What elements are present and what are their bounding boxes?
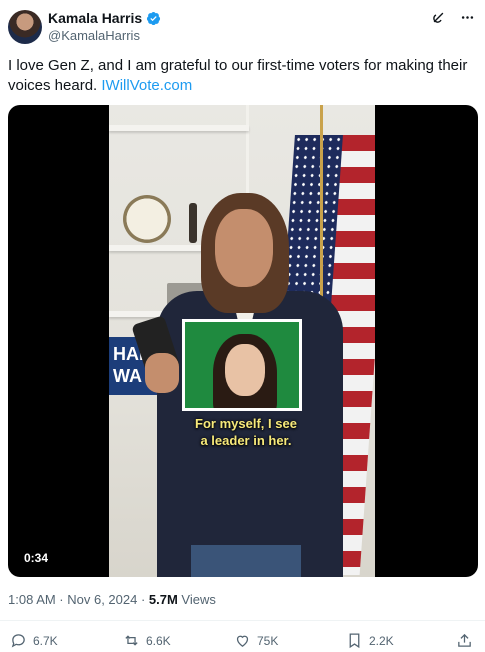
caption-line-2: a leader in her. — [200, 433, 292, 448]
heart-icon — [236, 635, 249, 647]
inset-video — [182, 319, 302, 411]
reply-count: 6.7K — [33, 633, 58, 648]
vase-decor — [189, 203, 197, 243]
action-bar: 6.7K 6.6K 75K 2.2K — [8, 632, 477, 650]
header-actions — [431, 10, 475, 29]
bookmark-button[interactable]: 2.2K — [346, 632, 394, 649]
views-label: Views — [177, 592, 216, 607]
reply-button[interactable]: 6.7K — [10, 632, 58, 649]
grok-icon[interactable] — [431, 10, 446, 29]
author-name[interactable]: Kamala Harris — [48, 10, 142, 26]
repost-button[interactable]: 6.6K — [123, 632, 171, 649]
author-name-row[interactable]: Kamala Harris — [48, 10, 161, 26]
divider — [0, 620, 485, 621]
video-frame[interactable]: HAR WA For myself, I see a leader in her. — [109, 105, 375, 577]
repost-icon — [125, 635, 138, 646]
person-hand — [145, 353, 179, 393]
video-caption: For myself, I see a leader in her. — [184, 415, 308, 449]
tweet-body: I love Gen Z, and I am grateful to our f… — [8, 57, 468, 94]
person-pants — [191, 545, 301, 577]
person-face — [215, 209, 273, 287]
tweet-text: I love Gen Z, and I am grateful to our f… — [8, 56, 476, 96]
video-duration: 0:34 — [18, 549, 55, 567]
more-icon[interactable] — [460, 10, 475, 29]
video-player[interactable]: HAR WA For myself, I see a leader in her.… — [8, 105, 478, 577]
clock-decor — [123, 195, 171, 243]
bookmark-icon — [349, 633, 360, 649]
tweet-meta: 1:08 AM · Nov 6, 2024 · 5.7M Views — [8, 592, 216, 607]
inset-person-face — [225, 344, 265, 396]
views-count: 5.7M — [148, 592, 178, 607]
author-handle[interactable]: @KamalaHarris — [48, 28, 140, 43]
tweet-timestamp[interactable]: 1:08 AM · Nov 6, 2024 · — [8, 592, 149, 607]
shelf — [109, 125, 249, 131]
repost-count: 6.6K — [146, 633, 171, 648]
reply-icon — [11, 634, 25, 648]
bookmark-count: 2.2K — [369, 633, 394, 648]
verified-badge-icon — [147, 11, 161, 25]
tweet-header: Kamala Harris @KamalaHarris — [8, 8, 477, 48]
like-count: 75K — [257, 633, 279, 648]
avatar[interactable] — [8, 10, 42, 44]
share-button[interactable] — [456, 632, 473, 649]
caption-line-1: For myself, I see — [195, 416, 297, 431]
share-icon — [458, 633, 471, 647]
like-button[interactable]: 75K — [234, 632, 278, 649]
tweet-link[interactable]: IWillVote.com — [101, 77, 192, 94]
